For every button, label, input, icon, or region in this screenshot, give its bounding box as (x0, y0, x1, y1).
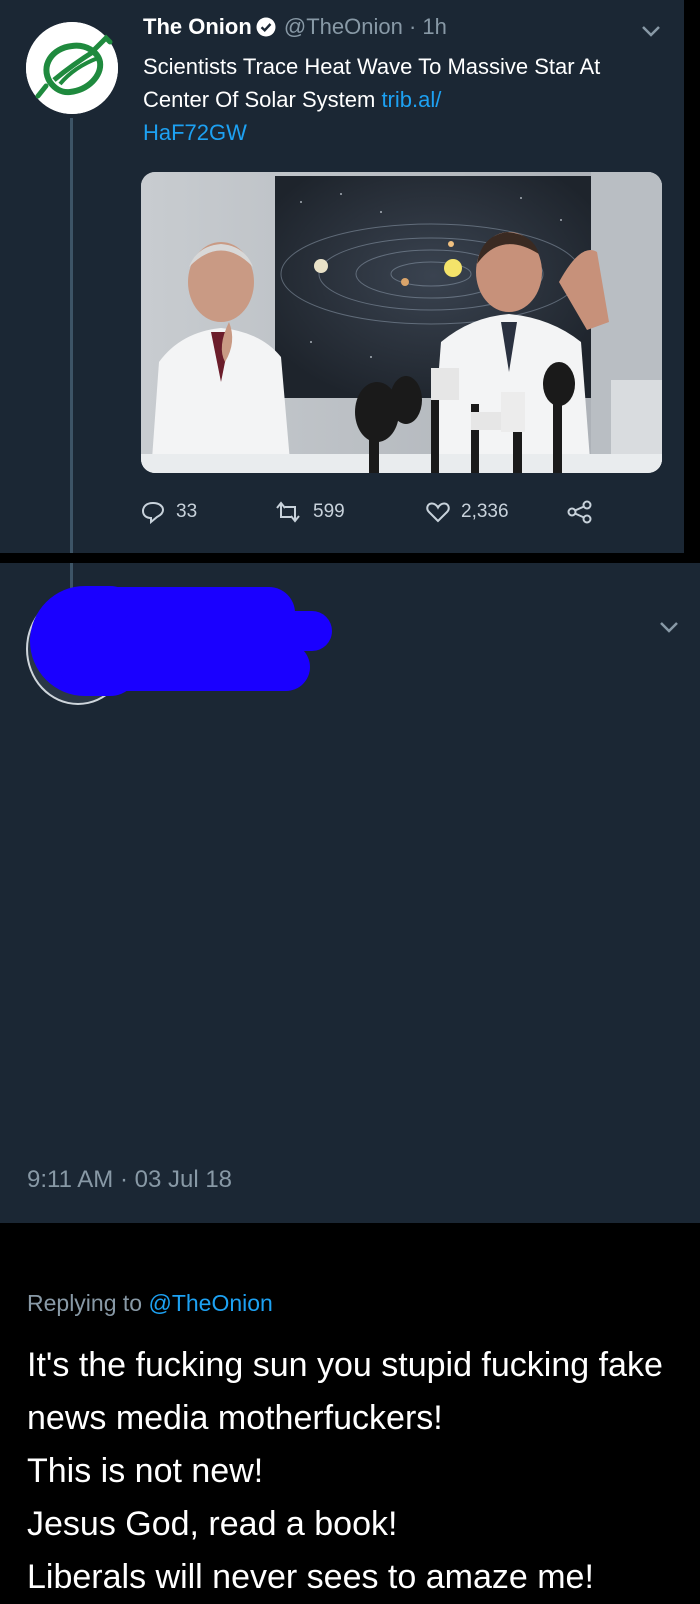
reply-text: It's the fucking sun you stupid fucking … (27, 1339, 677, 1604)
reply-line: Liberals will never sees to amaze me! (27, 1558, 594, 1596)
retweet-action[interactable]: 599 (273, 500, 345, 524)
press-conference-photo (141, 172, 662, 473)
chevron-down-icon[interactable] (640, 24, 662, 38)
chevron-down-icon[interactable] (658, 620, 680, 634)
replying-to: Replying to @TheOnion (27, 1290, 273, 1317)
tweet-link-part2: HaF72GW (143, 120, 247, 145)
reply-line: This is not new! (27, 1452, 264, 1490)
retweet-icon (276, 501, 300, 523)
reply-action[interactable]: 33 (140, 500, 197, 524)
reply-icon (141, 501, 165, 524)
heart-icon (426, 502, 450, 523)
like-action[interactable]: 2,336 (425, 500, 509, 524)
tweet-time[interactable]: 1h (422, 14, 446, 39)
retweet-count: 599 (313, 501, 345, 522)
reply-tweet: Replying to @TheOnion It's the fucking s… (0, 563, 700, 1596)
tweet-link-part1: trib.al/ (381, 87, 442, 112)
tweet-text: Scientists Trace Heat Wave To Massive St… (143, 50, 643, 149)
share-icon (567, 500, 592, 524)
reply-line: Jesus God, read a book! (27, 1505, 398, 1543)
tweet-media-photo[interactable] (141, 172, 662, 473)
reply-timestamp[interactable]: 9:11 AM · 03 Jul 18 (27, 1166, 232, 1194)
replying-prefix: Replying to (27, 1290, 149, 1316)
original-tweet: The Onion @TheOnion · 1h Scientists Trac… (0, 0, 684, 553)
onion-avatar[interactable] (26, 22, 118, 114)
verified-badge-icon (256, 17, 276, 43)
reply-line: It's the fucking sun you stupid fucking … (27, 1346, 663, 1437)
tweet-header: The Onion @TheOnion · 1h (143, 14, 447, 43)
share-action[interactable] (566, 500, 594, 524)
like-count: 2,336 (461, 501, 509, 522)
replying-handle[interactable]: @TheOnion (148, 1290, 272, 1316)
author-handle[interactable]: @TheOnion (284, 14, 403, 39)
reply-count: 33 (176, 501, 198, 522)
tweet-body: Scientists Trace Heat Wave To Massive St… (143, 54, 601, 112)
tweet-actions: 33 599 2,336 (140, 500, 610, 530)
thread-line (70, 118, 73, 553)
author-name[interactable]: The Onion (143, 14, 252, 39)
onion-logo-icon (26, 22, 118, 114)
time-separator: · (408, 14, 417, 39)
